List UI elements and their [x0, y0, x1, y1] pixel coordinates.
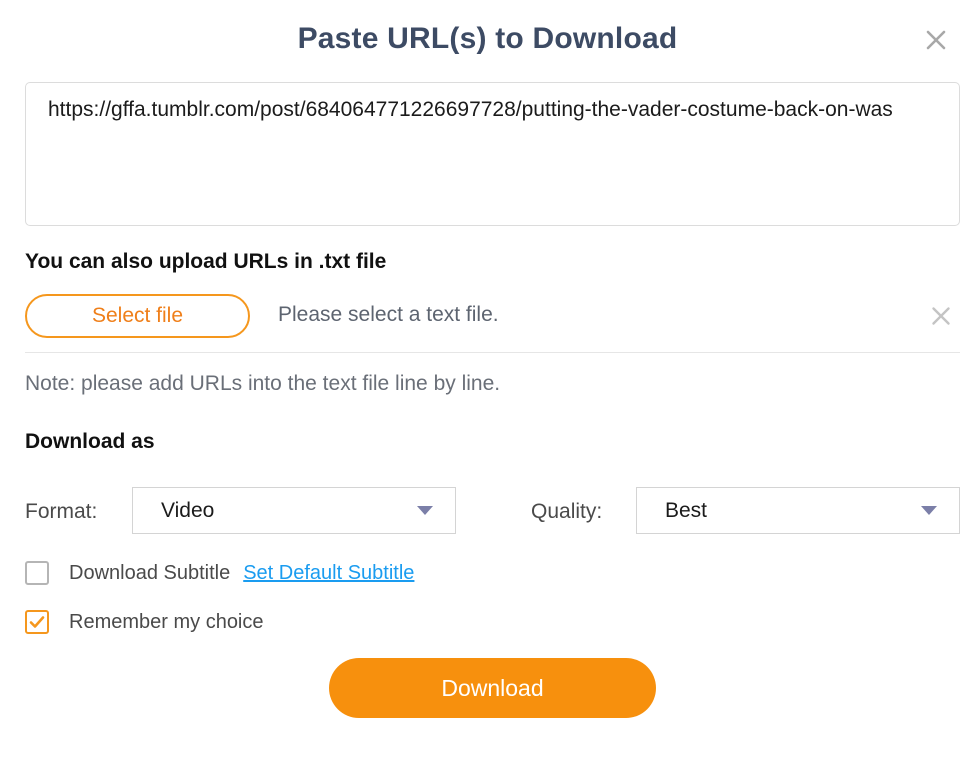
download-subtitle-label: Download Subtitle: [69, 561, 231, 584]
format-select[interactable]: Video: [132, 487, 456, 534]
upload-note: Note: please add URLs into the text file…: [25, 372, 501, 395]
url-input[interactable]: [25, 82, 960, 226]
page-title: Paste URL(s) to Download: [297, 22, 678, 55]
dialog-header: Paste URL(s) to Download: [0, 0, 975, 82]
download-as-heading: Download as: [25, 430, 155, 453]
format-select-value: Video: [161, 498, 215, 522]
section-divider: [25, 352, 960, 353]
remember-my-choice-label: Remember my choice: [69, 610, 264, 633]
download-subtitle-checkbox[interactable]: [25, 561, 49, 585]
quality-select-value: Best: [665, 498, 708, 522]
download-subtitle-row: Download Subtitle Set Default Subtitle: [25, 561, 414, 585]
select-file-button[interactable]: Select file: [25, 294, 250, 338]
format-label: Format:: [25, 500, 98, 523]
paste-url-dialog: Paste URL(s) to Download You can also up…: [0, 0, 975, 773]
download-button[interactable]: Download: [329, 658, 656, 718]
remember-choice-row: Remember my choice: [25, 610, 264, 634]
set-default-subtitle-link[interactable]: Set Default Subtitle: [243, 562, 414, 585]
chevron-down-icon: [417, 506, 433, 515]
clear-file-icon[interactable]: [927, 302, 955, 330]
checkmark-icon: [29, 616, 45, 628]
quality-select[interactable]: Best: [636, 487, 960, 534]
upload-urls-heading: You can also upload URLs in .txt file: [25, 250, 387, 273]
chevron-down-icon: [921, 506, 937, 515]
quality-label: Quality:: [531, 500, 603, 523]
remember-my-choice-checkbox[interactable]: [25, 610, 49, 634]
close-icon[interactable]: [919, 23, 953, 57]
file-status-text: Please select a text file.: [278, 303, 499, 326]
